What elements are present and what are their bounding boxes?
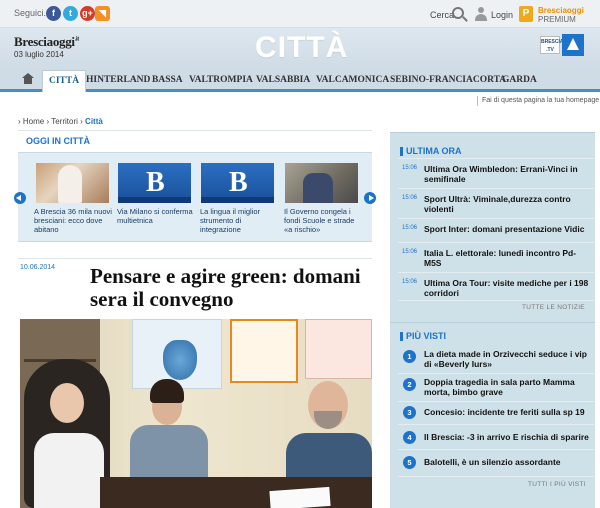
news-item[interactable]: 15:06 Ultima Ora Tour: visite mediche pe… <box>398 272 594 300</box>
premium-brand: Bresciaoggi <box>538 6 584 15</box>
divider <box>398 300 594 301</box>
carousel-thumb-2[interactable]: B <box>118 163 191 203</box>
rank-badge: 4 <box>403 431 416 444</box>
top-utility-bar: Seguici... f t g+ ◥ Cerca Login P Bresci… <box>0 0 600 28</box>
carousel-thumb-3[interactable]: B <box>201 163 274 203</box>
premium-logo-icon[interactable]: P <box>519 6 533 22</box>
breadcrumb-separator: › <box>80 117 83 126</box>
breadcrumb-territori[interactable]: Territori <box>51 117 78 126</box>
section-nav: CITTÀ HINTERLAND BASSA VALTROMPIA VALSAB… <box>0 70 600 92</box>
carousel-caption-4[interactable]: Il Governo congela i fondi Scuole e stra… <box>284 207 362 234</box>
nav-item-garda[interactable]: GARDA <box>502 75 537 85</box>
home-icon <box>22 73 34 87</box>
news-headline[interactable]: Sport Ultrà: Viminale,durezza contro vio… <box>424 194 590 214</box>
carousel-caption-2[interactable]: Via Milano si conferma multietnica <box>117 207 195 225</box>
divider <box>398 424 594 425</box>
divider <box>398 476 594 477</box>
carousel-prev-icon[interactable] <box>14 192 26 204</box>
site-logo[interactable]: Bresciaoggi.it <box>14 34 79 50</box>
article-photo[interactable] <box>20 319 372 508</box>
homepage-link[interactable]: Fai di questa pagina la tua homepage <box>482 97 599 104</box>
nav-item-valsabbia[interactable]: VALSABBIA <box>256 75 310 85</box>
news-headline[interactable]: Ultima Ora Tour: visite mediche per i 19… <box>424 278 590 298</box>
brescia-tv-logo[interactable]: BRESCIA .TV <box>540 36 564 54</box>
nav-home[interactable] <box>18 73 40 92</box>
ultima-ora-title[interactable]: ULTIMA ORA <box>400 146 462 156</box>
rank-badge: 2 <box>403 378 416 391</box>
premium-link[interactable]: Bresciaoggi PREMIUM <box>538 6 584 24</box>
nav-item-citta[interactable]: CITTÀ <box>42 70 87 92</box>
news-headline[interactable]: Sport Inter: domani presentazione Vidic <box>424 224 590 234</box>
news-headline[interactable]: Italia L. elettorale: lunedì incontro Pd… <box>424 248 590 268</box>
oggi-in-citta-title[interactable]: OGGI IN CITTÀ <box>26 136 90 146</box>
breadcrumb-current: Città <box>85 117 103 126</box>
most-viewed-headline[interactable]: Doppia tragedia in sala parto Mamma mort… <box>424 377 590 397</box>
divider <box>398 373 594 374</box>
all-most-viewed-link[interactable]: TUTTI I PIÙ VISTI <box>528 481 586 488</box>
nav-item-valcamonica[interactable]: VALCAMONICA <box>316 75 389 85</box>
brescia-tv-icon[interactable] <box>562 34 584 56</box>
news-item[interactable]: 15:06 Sport Inter: domani presentazione … <box>398 218 594 240</box>
search-label[interactable]: Cerca <box>430 10 454 20</box>
divider <box>398 449 594 450</box>
googleplus-icon[interactable]: g+ <box>80 6 95 21</box>
divider <box>18 130 372 131</box>
breadcrumb: › Home › Territori › Città <box>18 117 103 126</box>
site-logo-text: Bresciaoggi <box>14 34 75 49</box>
divider <box>398 401 594 402</box>
news-time: 15:06 <box>402 279 418 285</box>
rss-icon[interactable]: ◥ <box>95 6 110 21</box>
breadcrumb-separator: › <box>18 117 21 126</box>
nav-item-valtrompia[interactable]: VALTROMPIA <box>189 75 253 85</box>
rank-badge: 3 <box>403 406 416 419</box>
carousel-thumb-1[interactable] <box>36 163 109 203</box>
piu-visti-title[interactable]: PIÙ VISTI <box>399 331 446 341</box>
carousel-caption-3[interactable]: La lingua il miglior strumento di integr… <box>200 207 278 234</box>
section-title: CITTÀ <box>255 31 349 64</box>
nav-item-sebino-franciacorta[interactable]: SEBINO-FRANCIACORTA <box>390 75 506 85</box>
divider <box>18 258 372 259</box>
breadcrumb-separator: › <box>46 117 50 126</box>
login-link[interactable]: Login <box>491 10 513 20</box>
news-time: 15:06 <box>402 249 418 255</box>
news-headline[interactable]: Ultima Ora Wimbledon: Errani-Vinci in se… <box>424 164 590 184</box>
news-time: 15:06 <box>402 225 418 231</box>
news-time: 15:06 <box>402 165 418 171</box>
premium-label: PREMIUM <box>538 15 576 24</box>
header-date: 03 luglio 2014 <box>14 50 64 59</box>
news-item[interactable]: 15:06 Italia L. elettorale: lunedì incon… <box>398 242 594 270</box>
most-viewed-headline[interactable]: Il Brescia: -3 in arrivo E rischia di sp… <box>424 432 590 442</box>
site-header: Bresciaoggi.it 03 luglio 2014 CITTÀ BRES… <box>0 28 600 70</box>
search-icon[interactable] <box>452 7 464 19</box>
twitter-icon[interactable]: t <box>63 6 78 21</box>
divider <box>390 322 595 323</box>
news-item[interactable]: 15:06 Sport Ultrà: Viminale,durezza cont… <box>398 188 594 216</box>
news-item[interactable]: 15:06 Ultima Ora Wimbledon: Errani-Vinci… <box>398 158 594 186</box>
user-icon[interactable] <box>474 7 488 21</box>
most-viewed-headline[interactable]: Balotelli, è un silenzio assordante <box>424 457 590 467</box>
carousel-next-icon[interactable] <box>364 192 376 204</box>
nav-item-bassa[interactable]: BASSA <box>152 75 183 85</box>
news-time: 15:06 <box>402 195 418 201</box>
nav-item-hinterland[interactable]: HINTERLAND <box>86 75 150 85</box>
most-viewed-headline[interactable]: Concesio: incidente tre feriti sulla sp … <box>424 407 590 417</box>
article-date: 10.06.2014 <box>20 264 56 271</box>
most-viewed-headline[interactable]: La dieta made in Orzivecchi seduce i vip… <box>424 349 590 369</box>
rank-badge: 5 <box>403 456 416 469</box>
article-title: Pensare e agire green: domani sera il co… <box>90 264 361 311</box>
rank-badge: 1 <box>403 350 416 363</box>
breadcrumb-home[interactable]: Home <box>23 117 44 126</box>
carousel-caption-1[interactable]: A Brescia 36 mila nuovi bresciani: ecco … <box>34 207 112 234</box>
divider <box>477 96 478 106</box>
all-news-link[interactable]: TUTTE LE NOTIZIE <box>522 304 585 311</box>
facebook-icon[interactable]: f <box>46 6 61 21</box>
carousel-thumb-4[interactable] <box>285 163 358 203</box>
